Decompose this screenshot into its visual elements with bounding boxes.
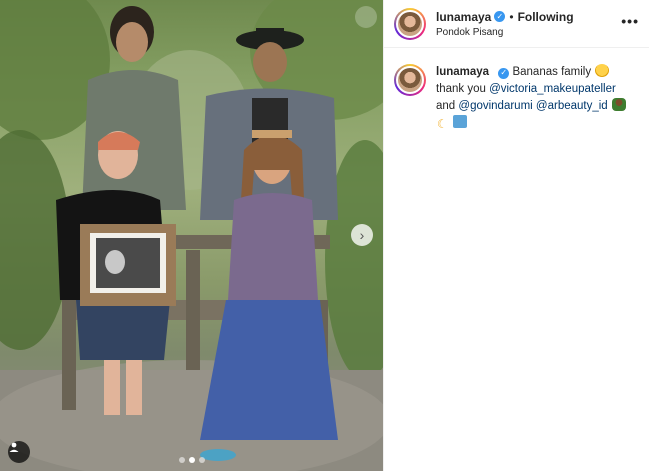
verified-badge-icon: ✓ — [494, 11, 506, 22]
caption-username[interactable]: lunamaya — [436, 66, 489, 78]
post-header: lunamaya ✓ • Following Pondok Pisang ••• — [384, 0, 649, 48]
author-username[interactable]: lunamaya — [436, 10, 491, 24]
crescent-moon-emoji-icon: ☾ — [437, 117, 448, 131]
post-photo[interactable]: › — [0, 0, 383, 471]
more-options-icon[interactable]: ••• — [621, 13, 639, 29]
caption-line-3: and — [436, 100, 456, 112]
mention-govindarumi[interactable]: @govindarumi — [458, 100, 532, 112]
smiling-face-emoji-icon — [595, 64, 610, 77]
house-emoji-icon — [452, 115, 467, 128]
user-tag-icon — [9, 442, 19, 452]
location-link[interactable]: Pondok Pisang — [436, 27, 574, 38]
carousel-dot — [198, 457, 205, 463]
caption-author-avatar[interactable] — [394, 64, 426, 96]
carousel-dot-active — [188, 457, 195, 463]
post-side-panel: lunamaya ✓ • Following Pondok Pisang •••… — [383, 0, 649, 471]
collection-icon — [355, 6, 377, 28]
caption-line-1: Bananas family — [512, 66, 592, 78]
family-photo-illustration — [0, 0, 383, 471]
caption-text: lunamaya ✓ Bananas family thank you @vic… — [436, 64, 627, 133]
person-emoji-icon — [611, 98, 626, 111]
post-caption: lunamaya ✓ Bananas family thank you @vic… — [384, 48, 649, 133]
carousel-dot — [178, 457, 185, 463]
mention-arbeauty[interactable]: @arbeauty_id — [536, 100, 608, 112]
next-photo-button[interactable]: › — [351, 224, 373, 246]
following-button[interactable]: Following — [518, 10, 574, 24]
chevron-right-icon: › — [359, 227, 365, 243]
author-avatar[interactable] — [394, 7, 426, 40]
carousel-indicator — [0, 457, 383, 463]
mention-victoria[interactable]: @victoria_makeupateller — [489, 83, 616, 95]
caption-line-2: thank you — [436, 83, 486, 95]
verified-badge-icon: ✓ — [498, 67, 510, 79]
separator-dot: • — [509, 9, 514, 24]
